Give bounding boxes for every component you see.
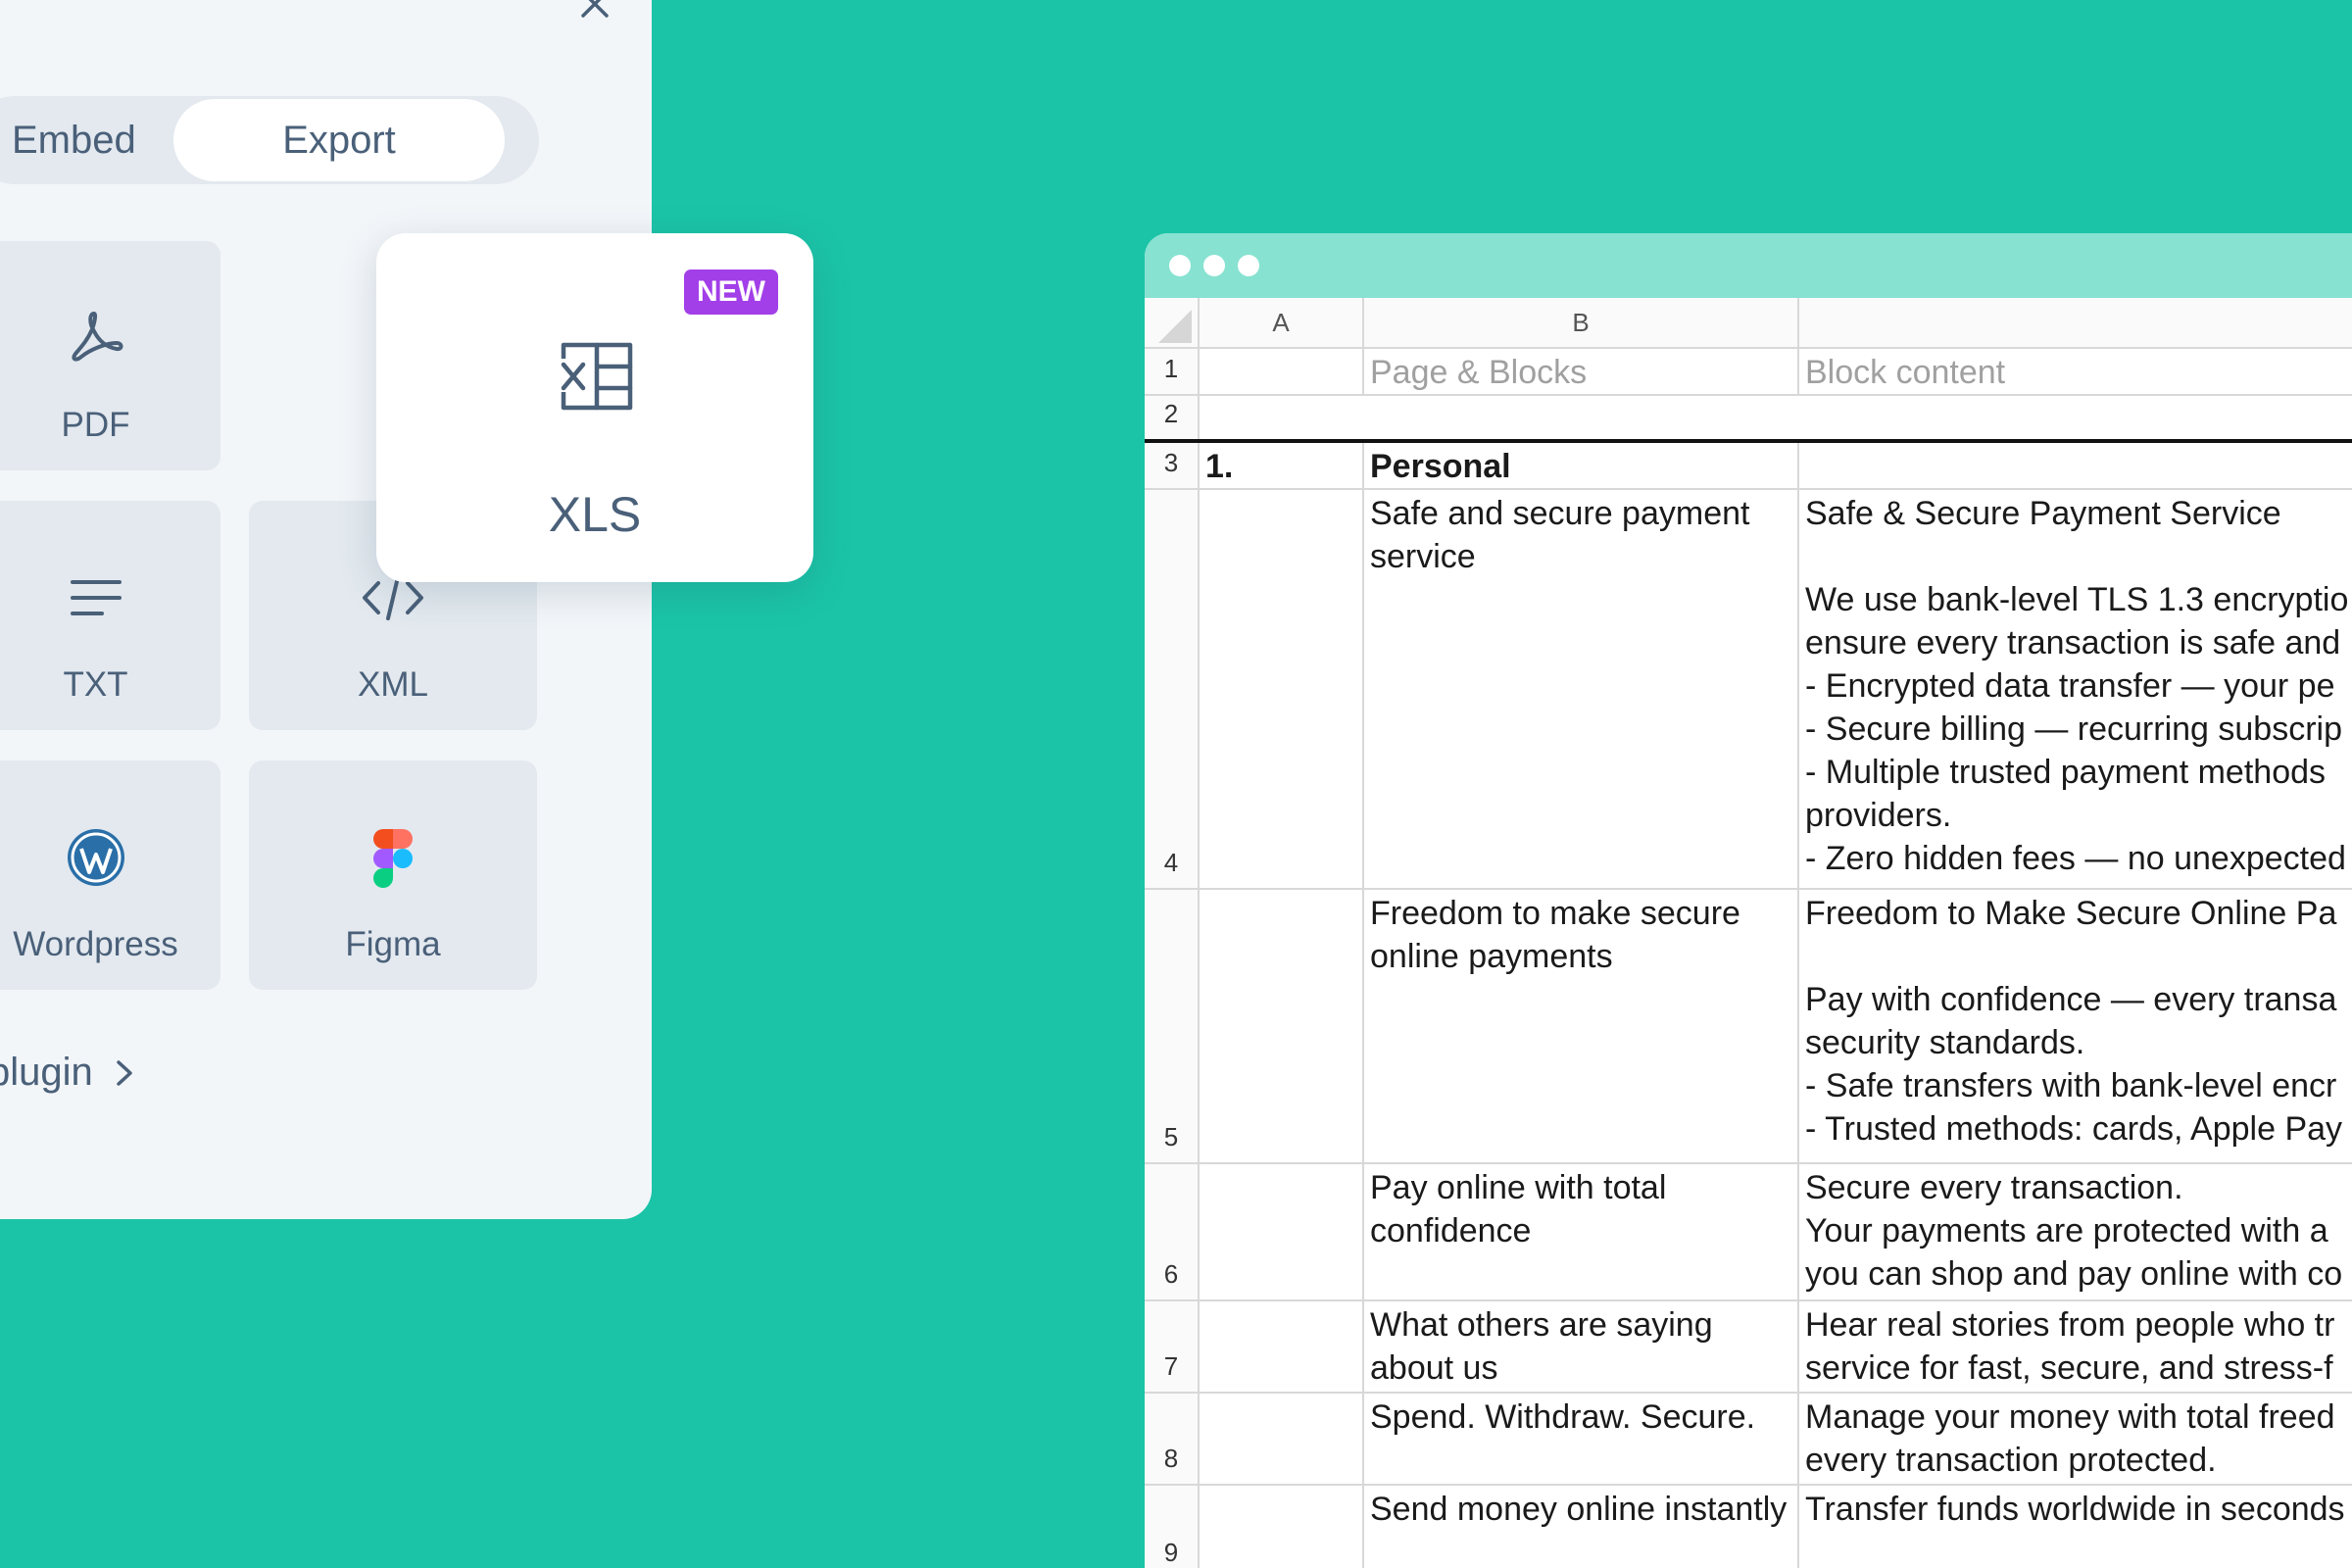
cell[interactable] bbox=[1364, 396, 1799, 439]
new-badge: NEW bbox=[684, 270, 778, 315]
cell[interactable]: Manage your money with total freed every… bbox=[1799, 1394, 2352, 1484]
column-header-b[interactable]: B bbox=[1364, 298, 1799, 349]
window-zoom-dot[interactable] bbox=[1238, 255, 1259, 276]
table-row: 2 bbox=[1145, 396, 2352, 439]
cell[interactable]: Hear real stories from people who tr ser… bbox=[1799, 1301, 2352, 1392]
row-number[interactable]: 6 bbox=[1145, 1164, 1200, 1299]
figma-icon bbox=[372, 823, 414, 892]
cell[interactable]: Block content bbox=[1799, 349, 2352, 394]
tile-label: Figma bbox=[345, 925, 441, 963]
tile-label: PDF bbox=[61, 406, 130, 444]
table-row: 5 Freedom to make secure online payments… bbox=[1145, 890, 2352, 1164]
acrobat-icon bbox=[66, 304, 126, 372]
cell[interactable]: Pay online with total confidence bbox=[1364, 1164, 1799, 1299]
tile-label: TXT bbox=[63, 665, 128, 704]
cell[interactable]: 1. bbox=[1200, 443, 1364, 488]
spreadsheet-window: A B 1 Page & Blocks Block content 2 3 1.… bbox=[1145, 233, 2352, 1568]
cell[interactable]: Send money online instantly bbox=[1364, 1486, 1799, 1568]
window-minimize-dot[interactable] bbox=[1203, 255, 1225, 276]
export-wordpress-button[interactable]: Wordpress bbox=[0, 760, 220, 990]
tile-label: XML bbox=[358, 665, 428, 704]
xls-label: XLS bbox=[548, 487, 642, 542]
cell[interactable] bbox=[1200, 490, 1364, 888]
row-number[interactable]: 7 bbox=[1145, 1301, 1200, 1392]
tab-switcher: Embed Export bbox=[0, 96, 539, 184]
cell[interactable] bbox=[1200, 1486, 1364, 1568]
window-titlebar bbox=[1145, 233, 2352, 298]
cell[interactable]: Freedom to make secure online payments bbox=[1364, 890, 1799, 1162]
cell[interactable]: Transfer funds worldwide in seconds bbox=[1799, 1486, 2352, 1568]
chevron-right-icon bbox=[117, 1059, 132, 1086]
cell[interactable]: What others are saying about us bbox=[1364, 1301, 1799, 1392]
cell[interactable] bbox=[1200, 890, 1364, 1162]
cell[interactable] bbox=[1799, 396, 2352, 439]
table-row: 4 Safe and secure payment service Safe &… bbox=[1145, 490, 2352, 890]
cell[interactable]: Spend. Withdraw. Secure. bbox=[1364, 1394, 1799, 1484]
cell[interactable] bbox=[1799, 443, 2352, 488]
row-number[interactable]: 2 bbox=[1145, 396, 1200, 439]
export-pdf-button[interactable]: PDF bbox=[0, 241, 220, 470]
cell[interactable]: Safe & Secure Payment Service We use ban… bbox=[1799, 490, 2352, 888]
row-number[interactable]: 8 bbox=[1145, 1394, 1200, 1484]
cell[interactable] bbox=[1200, 1164, 1364, 1299]
column-header-c[interactable] bbox=[1799, 298, 2352, 349]
table-row: 9 Send money online instantly Transfer f… bbox=[1145, 1486, 2352, 1568]
cell[interactable]: Page & Blocks bbox=[1364, 349, 1799, 394]
table-row: 6 Pay online with total confidence Secur… bbox=[1145, 1164, 2352, 1301]
wordpress-icon bbox=[66, 823, 126, 892]
row-number[interactable]: 3 bbox=[1145, 443, 1200, 488]
cell[interactable]: Secure every transaction. Your payments … bbox=[1799, 1164, 2352, 1299]
plugin-link[interactable]: plugin bbox=[0, 1051, 134, 1095]
table-row: 7 What others are saying about us Hear r… bbox=[1145, 1301, 2352, 1394]
row-number[interactable]: 9 bbox=[1145, 1486, 1200, 1568]
tab-export[interactable]: Export bbox=[173, 99, 505, 181]
select-all-corner[interactable] bbox=[1145, 298, 1200, 349]
export-txt-button[interactable]: TXT bbox=[0, 501, 220, 730]
export-xls-button[interactable]: NEW XLS bbox=[376, 233, 813, 582]
table-row: 3 1. Personal bbox=[1145, 439, 2352, 490]
cell[interactable]: Personal bbox=[1364, 443, 1799, 488]
tile-label: Wordpress bbox=[13, 925, 178, 963]
cell[interactable]: Freedom to Make Secure Online Pa Pay wit… bbox=[1799, 890, 2352, 1162]
export-panel: Embed Export PDF TXT XML Wordpress Figma… bbox=[0, 0, 652, 1219]
row-number[interactable]: 5 bbox=[1145, 890, 1200, 1162]
cell[interactable] bbox=[1200, 349, 1364, 394]
tab-embed[interactable]: Embed bbox=[0, 96, 172, 184]
close-icon bbox=[581, 0, 609, 18]
export-figma-button[interactable]: Figma bbox=[249, 760, 537, 990]
column-header-a[interactable]: A bbox=[1200, 298, 1364, 349]
cell[interactable] bbox=[1200, 1301, 1364, 1392]
row-number[interactable]: 4 bbox=[1145, 490, 1200, 888]
cell[interactable]: Safe and secure payment service bbox=[1364, 490, 1799, 888]
plugin-link-label: plugin bbox=[0, 1051, 93, 1094]
spreadsheet-icon bbox=[558, 341, 636, 416]
cell[interactable] bbox=[1200, 396, 1364, 439]
cell[interactable] bbox=[1200, 1394, 1364, 1484]
window-close-dot[interactable] bbox=[1169, 255, 1191, 276]
table-row: 8 Spend. Withdraw. Secure. Manage your m… bbox=[1145, 1394, 2352, 1486]
close-button[interactable] bbox=[573, 0, 616, 25]
row-number[interactable]: 1 bbox=[1145, 349, 1200, 394]
table-row: 1 Page & Blocks Block content bbox=[1145, 349, 2352, 396]
lines-icon bbox=[69, 564, 123, 632]
